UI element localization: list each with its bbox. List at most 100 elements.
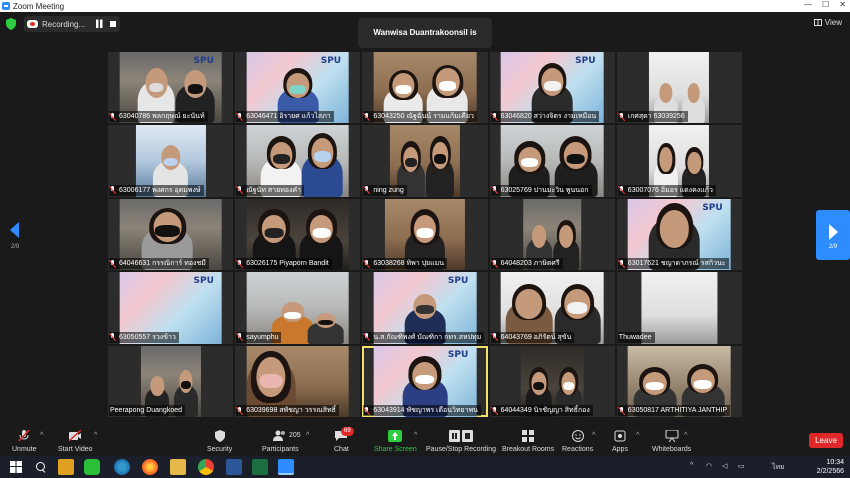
line-app-icon[interactable]	[84, 459, 100, 475]
participant-tile[interactable]: 63026175 Piyaporn Bandit	[235, 198, 361, 271]
file-explorer-icon[interactable]	[58, 459, 74, 475]
folder-icon[interactable]	[170, 459, 186, 475]
audio-options-caret[interactable]: ^	[40, 432, 43, 439]
participant-name: 63006177 พงศกร อุดมพงษ์	[119, 186, 201, 194]
participant-tile[interactable]: sayumphu	[235, 272, 361, 344]
participant-tile[interactable]: 64043769 อภิรัตน์ สุขัน	[489, 272, 615, 344]
participant-tile[interactable]: 63039698 สพัชญา วรรณสิทธิ์	[235, 345, 361, 417]
participant-name: 63050557 รวงข้าว	[119, 333, 176, 341]
mic-muted-icon	[492, 259, 498, 268]
participant-tile[interactable]: 63007076 อิ่มอร แดงคงแก้ว	[616, 125, 742, 197]
chat-label: Chat	[334, 446, 349, 453]
participant-tile[interactable]: SPU 63017621 ชญาดาภรณ์ รสกิวนะ	[616, 198, 742, 271]
participant-tile[interactable]: SPU 63046471 อิรายศ แก้วไสภา	[235, 52, 361, 124]
mic-muted-icon	[492, 406, 498, 415]
excel-icon[interactable]	[252, 459, 268, 475]
participant-tile[interactable]: ณัฐนัท สายทองคำ	[235, 125, 361, 197]
participant-tile[interactable]: 63038268 ทิพา ปุยแมน	[362, 198, 488, 271]
participant-namebar: Thuwadee	[617, 331, 655, 343]
whiteboards-options-caret[interactable]: ^	[684, 432, 687, 439]
shield-icon[interactable]	[6, 18, 16, 30]
maximize-icon[interactable]: ☐	[822, 0, 829, 9]
page-indicator-left: 2/9	[10, 244, 20, 250]
participant-tile[interactable]: SPU น.ส.กัณฑิพงศ์ บัณฑิกา กทร.สหปทุม	[362, 272, 488, 344]
start-video-button[interactable]: Start Video	[58, 430, 93, 453]
participant-tile[interactable]: Thuwadee	[616, 272, 742, 344]
participant-name: 64046631 กรรณิการ์ ทองชมี	[119, 260, 206, 268]
unmute-button[interactable]: Unmute	[12, 430, 37, 453]
participant-tile[interactable]: 63043250 ณัฐฉันน์ รามแก้มเคียว	[362, 52, 488, 124]
active-speaker-banner: Wanwisa Duantrakoonsil is talking...	[358, 18, 492, 67]
spu-logo: SPU	[193, 276, 214, 287]
pause-stop-recording-button[interactable]: Pause/Stop Recording	[426, 430, 496, 453]
whiteboards-label: Whiteboards	[652, 446, 692, 453]
wifi-icon[interactable]: ◠	[706, 462, 712, 470]
mic-muted-icon	[18, 430, 30, 442]
battery-icon[interactable]: ▭	[738, 462, 745, 470]
spu-logo: SPU	[193, 56, 214, 66]
zoom-taskbar-icon[interactable]	[278, 459, 294, 475]
breakout-rooms-button[interactable]: Breakout Rooms	[502, 430, 554, 453]
participant-namebar: เกศสุดา 63039256	[617, 111, 688, 123]
participant-namebar: 63050557 รวงข้าว	[109, 331, 179, 343]
language-indicator[interactable]: ไทย	[772, 462, 784, 473]
participant-tile[interactable]: SPU 63050557 รวงข้าว	[108, 272, 234, 344]
participant-tile[interactable]: Peerapong Duangkoed	[108, 345, 234, 417]
windows-start-icon[interactable]	[8, 459, 24, 475]
apps-label: Apps	[612, 446, 628, 453]
video-options-caret[interactable]: ^	[94, 432, 97, 439]
participant-name: 63038268 ทิพา ปุยแมน	[373, 260, 445, 268]
share-screen-button[interactable]: Share Screen	[374, 430, 417, 453]
pause-recording-icon[interactable]: ▌▌	[96, 21, 105, 28]
apps-button[interactable]: Apps	[612, 430, 628, 453]
security-button[interactable]: Security	[207, 430, 232, 453]
view-button[interactable]: View	[813, 18, 842, 27]
mic-muted-icon	[492, 186, 498, 194]
participant-tile[interactable]: 64044349 นิรชัญญา สิทธิ์กอง	[489, 345, 615, 417]
leave-button[interactable]: Leave	[809, 433, 843, 448]
participant-tile-active-speaker[interactable]: SPU 63043914 พัชญาพร เดือนวิทยาพน	[362, 345, 488, 417]
edge-browser-icon[interactable]	[114, 459, 130, 475]
chevron-left-icon	[10, 222, 19, 238]
participants-options-caret[interactable]: ^	[306, 432, 309, 439]
tray-chevron-icon[interactable]: ^	[690, 462, 693, 469]
participant-namebar: 63046471 อิรายศ แก้วไสภา	[236, 111, 334, 123]
volume-icon[interactable]: ◁	[722, 462, 727, 470]
participant-tile[interactable]: SPU 63040786 พลกฤษณ์ ยะนันท์	[108, 52, 234, 124]
stop-recording-icon[interactable]	[110, 21, 116, 27]
word-icon[interactable]	[226, 459, 242, 475]
next-page-button[interactable]: 2/9	[816, 210, 850, 260]
participant-name: 63043250 ณัฐฉันน์ รามแก้มเคียว	[373, 113, 474, 121]
firefox-icon[interactable]	[142, 459, 158, 475]
participant-tile[interactable]: ning zung	[362, 125, 488, 197]
participant-tile[interactable]: 63006177 พงศกร อุดมพงษ์	[108, 125, 234, 197]
participant-namebar: 63043914 พัชญาพร เดือนวิทยาพน	[363, 405, 481, 416]
participant-name: 63040786 พลกฤษณ์ ยะนันท์	[119, 113, 205, 121]
participant-gallery: SPU 63040786 พลกฤษณ์ ยะนันท์ SPU 6304647…	[108, 52, 742, 417]
taskbar-clock[interactable]: 10:34 2/2/2566	[817, 458, 844, 476]
participant-name: 64043769 อภิรัตน์ สุขัน	[500, 333, 572, 341]
participant-figure	[301, 132, 343, 197]
share-options-caret[interactable]: ^	[414, 432, 417, 439]
reactions-button[interactable]: Reactions	[562, 430, 593, 453]
close-icon[interactable]: ✕	[839, 0, 846, 9]
search-icon[interactable]	[33, 459, 49, 475]
participant-tile[interactable]: 64046631 กรรณิการ์ ทองชมี	[108, 198, 234, 271]
participant-tile[interactable]: SPU 63046820 สว่างจิตร งามเหมือน	[489, 52, 615, 124]
participant-tile[interactable]: 64048203 ภาษิตศรี	[489, 198, 615, 271]
mic-muted-icon	[619, 406, 625, 415]
participant-namebar: ณัฐนัท สายทองคำ	[236, 184, 305, 196]
spu-logo: SPU	[447, 349, 469, 360]
participant-tile[interactable]: 63025769 ปานมะวิน พูนนอก	[489, 125, 615, 197]
participant-tile[interactable]: เกศสุดา 63039256	[616, 52, 742, 124]
clock-date: 2/2/2566	[816, 468, 844, 475]
apps-options-caret[interactable]: ^	[636, 432, 639, 439]
window-controls: — ☐ ✕	[804, 0, 846, 9]
participant-tile[interactable]: 63050817 ARTHITIYA JANTHIP	[616, 345, 742, 417]
previous-page-button[interactable]: 2/9	[4, 222, 26, 262]
reactions-options-caret[interactable]: ^	[592, 432, 595, 439]
minimize-icon[interactable]: —	[804, 0, 812, 9]
chrome-icon[interactable]	[198, 459, 214, 475]
mic-muted-icon	[237, 333, 243, 341]
cloud-recording-icon	[27, 20, 38, 28]
